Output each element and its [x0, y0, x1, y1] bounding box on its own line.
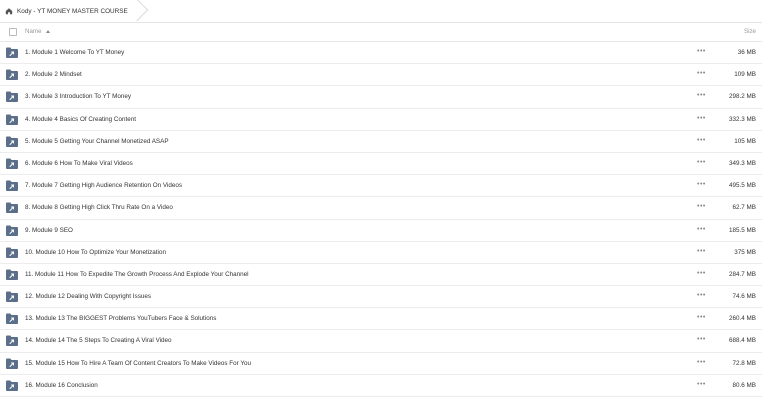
- list-item[interactable]: 14. Module 14 The 5 Steps To Creating A …: [0, 330, 762, 353]
- list-item[interactable]: 11. Module 11 How To Expedite The Growth…: [0, 264, 762, 287]
- shared-folder-icon: [6, 91, 18, 103]
- list-item[interactable]: 8. Module 8 Getting High Click Thru Rate…: [0, 197, 762, 220]
- more-options-icon[interactable]: •••: [697, 248, 706, 255]
- more-options-icon[interactable]: •••: [697, 314, 706, 321]
- file-size: 688.4 MB: [729, 337, 756, 345]
- list-header: Name Size: [0, 23, 762, 42]
- file-name[interactable]: 8. Module 8 Getting High Click Thru Rate…: [25, 204, 173, 211]
- more-options-icon[interactable]: •••: [697, 270, 706, 277]
- shared-folder-icon: [6, 380, 18, 391]
- file-size: 185.5 MB: [729, 226, 756, 234]
- cloud-home-icon: [5, 8, 13, 15]
- more-options-icon[interactable]: •••: [697, 70, 706, 77]
- more-options-icon[interactable]: •••: [697, 48, 706, 55]
- file-size: 74.6 MB: [732, 293, 756, 301]
- shared-folder-icon: [6, 180, 18, 192]
- more-options-icon[interactable]: •••: [697, 226, 706, 233]
- more-options-icon[interactable]: •••: [697, 203, 706, 210]
- sort-ascending-icon: [45, 30, 50, 33]
- select-all-checkbox[interactable]: [9, 28, 17, 36]
- file-size: 260.4 MB: [729, 315, 756, 323]
- list-item[interactable]: 13. Module 13 The BIGGEST Problems YouTu…: [0, 308, 762, 331]
- file-name[interactable]: 13. Module 13 The BIGGEST Problems YouTu…: [25, 315, 216, 322]
- shared-folder-icon: [6, 47, 18, 58]
- file-size: 332.3 MB: [729, 115, 756, 123]
- list-item[interactable]: 10. Module 10 How To Optimize Your Monet…: [0, 242, 762, 264]
- file-size: 80.6 MB: [732, 381, 756, 389]
- list-item[interactable]: 6. Module 6 How To Make Viral Videos ••• 3…: [0, 153, 762, 176]
- more-options-icon[interactable]: •••: [697, 137, 706, 144]
- file-size: 375 MB: [734, 248, 756, 256]
- file-name[interactable]: 6. Module 6 How To Make Viral Videos: [25, 160, 133, 167]
- list-item[interactable]: 2. Module 2 Mindset ••• 109 MB: [0, 64, 762, 87]
- more-options-icon[interactable]: •••: [697, 359, 706, 366]
- shared-folder-icon: [6, 158, 18, 169]
- file-size: 495.5 MB: [729, 182, 756, 190]
- shared-folder-icon: [6, 291, 18, 303]
- shared-folder-icon: [6, 225, 18, 236]
- file-name[interactable]: 12. Module 12 Dealing With Copyright Iss…: [25, 293, 151, 300]
- file-size: 298.2 MB: [729, 93, 756, 101]
- file-size: 36 MB: [737, 49, 756, 56]
- list-item[interactable]: 7. Module 7 Getting High Audience Retent…: [0, 175, 762, 198]
- file-size: 349.3 MB: [729, 159, 756, 167]
- file-list: 1. Module 1 Welcome To YT Money ••• 36 MB 2…: [0, 42, 762, 397]
- list-item[interactable]: 9. Module 9 SEO ••• 185.5 MB: [0, 220, 762, 242]
- shared-folder-icon: [6, 69, 18, 81]
- more-options-icon[interactable]: •••: [697, 181, 706, 188]
- shared-folder-icon: [6, 202, 18, 214]
- file-size: 105 MB: [734, 137, 756, 145]
- name-column-label: Name: [25, 28, 42, 35]
- file-name[interactable]: 3. Module 3 Introduction To YT Money: [25, 93, 131, 100]
- more-options-icon[interactable]: •••: [697, 336, 706, 343]
- list-item[interactable]: 5. Module 5 Getting Your Channel Monetiz…: [0, 131, 762, 153]
- more-options-icon[interactable]: •••: [697, 159, 706, 166]
- breadcrumb-item-root[interactable]: Kody - YT MONEY MASTER COURSE: [0, 0, 140, 22]
- file-size: 72.8 MB: [732, 359, 756, 367]
- shared-folder-icon: [6, 114, 18, 125]
- list-item[interactable]: 15. Module 15 How To Hire A Team Of Cont…: [0, 353, 762, 375]
- size-column-label[interactable]: Size: [744, 28, 756, 35]
- file-name[interactable]: 1. Module 1 Welcome To YT Money: [25, 49, 124, 56]
- shared-folder-icon: [6, 335, 18, 347]
- shared-folder-icon: [6, 269, 18, 280]
- file-name[interactable]: 2. Module 2 Mindset: [25, 71, 82, 78]
- sort-by-name-button[interactable]: Name: [25, 28, 50, 35]
- list-item[interactable]: 12. Module 12 Dealing With Copyright Iss…: [0, 286, 762, 309]
- more-options-icon[interactable]: •••: [697, 292, 706, 299]
- file-name[interactable]: 10. Module 10 How To Optimize Your Monet…: [25, 249, 166, 256]
- file-size: 284.7 MB: [729, 270, 756, 278]
- shared-folder-icon: [6, 358, 18, 369]
- file-size: 109 MB: [734, 71, 756, 79]
- file-name[interactable]: 14. Module 14 The 5 Steps To Creating A …: [25, 337, 172, 344]
- more-options-icon[interactable]: •••: [697, 92, 706, 99]
- file-name[interactable]: 16. Module 16 Conclusion: [25, 382, 98, 389]
- file-name[interactable]: 5. Module 5 Getting Your Channel Monetiz…: [25, 138, 169, 145]
- file-name[interactable]: 15. Module 15 How To Hire A Team Of Cont…: [25, 360, 251, 367]
- breadcrumb-label: Kody - YT MONEY MASTER COURSE: [17, 7, 128, 15]
- file-name[interactable]: 7. Module 7 Getting High Audience Retent…: [25, 182, 182, 189]
- shared-folder-icon: [6, 247, 18, 258]
- file-name[interactable]: 11. Module 11 How To Expedite The Growth…: [25, 271, 249, 278]
- more-options-icon[interactable]: •••: [697, 381, 706, 388]
- shared-folder-icon: [6, 313, 18, 325]
- list-item[interactable]: 4. Module 4 Basics Of Creating Content ••…: [0, 109, 762, 131]
- list-item[interactable]: 3. Module 3 Introduction To YT Money ••• 2…: [0, 86, 762, 109]
- shared-folder-icon: [6, 136, 18, 147]
- list-item[interactable]: 1. Module 1 Welcome To YT Money ••• 36 MB: [0, 42, 762, 65]
- file-name[interactable]: 9. Module 9 SEO: [25, 227, 73, 234]
- list-item[interactable]: 16. Module 16 Conclusion ••• 80.6 MB: [0, 375, 762, 397]
- breadcrumb: Kody - YT MONEY MASTER COURSE: [0, 0, 762, 23]
- file-name[interactable]: 4. Module 4 Basics Of Creating Content: [25, 116, 136, 123]
- file-size: 62.7 MB: [732, 204, 756, 212]
- more-options-icon[interactable]: •••: [697, 115, 706, 122]
